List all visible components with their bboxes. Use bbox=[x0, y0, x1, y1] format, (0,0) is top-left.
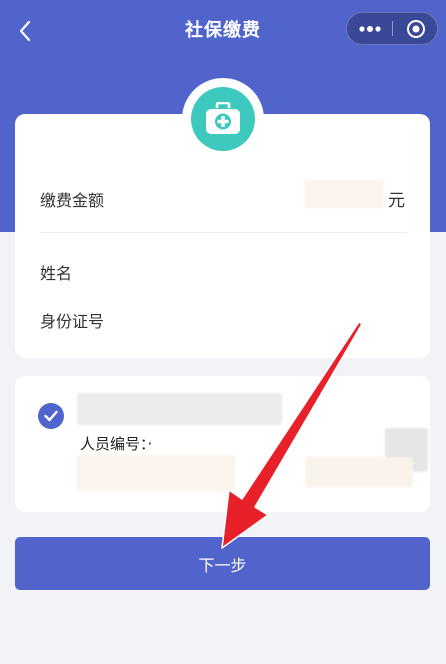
person-checkbox[interactable] bbox=[38, 403, 64, 429]
id-number-label: 身份证号 bbox=[40, 312, 105, 331]
amount-value-redacted bbox=[304, 180, 384, 208]
amount-divider bbox=[40, 232, 407, 233]
mini-program-capsule bbox=[346, 12, 438, 45]
check-icon bbox=[44, 410, 58, 422]
next-step-button[interactable]: 下一步 bbox=[15, 537, 430, 590]
close-button[interactable] bbox=[393, 13, 438, 44]
medical-kit-icon bbox=[206, 102, 240, 134]
person-name-redacted bbox=[77, 393, 282, 425]
name-label: 姓名 bbox=[40, 264, 73, 283]
amount-unit: 元 bbox=[388, 191, 405, 211]
person-detail-redacted-2 bbox=[305, 457, 413, 487]
medical-badge bbox=[191, 87, 255, 151]
more-button[interactable] bbox=[347, 13, 392, 44]
circle-target-icon bbox=[406, 19, 425, 38]
person-detail-redacted-1 bbox=[77, 455, 235, 491]
more-dots-icon bbox=[358, 25, 381, 32]
amount-label: 缴费金额 bbox=[40, 191, 105, 210]
person-number-label: 人员编号：· bbox=[80, 435, 153, 453]
